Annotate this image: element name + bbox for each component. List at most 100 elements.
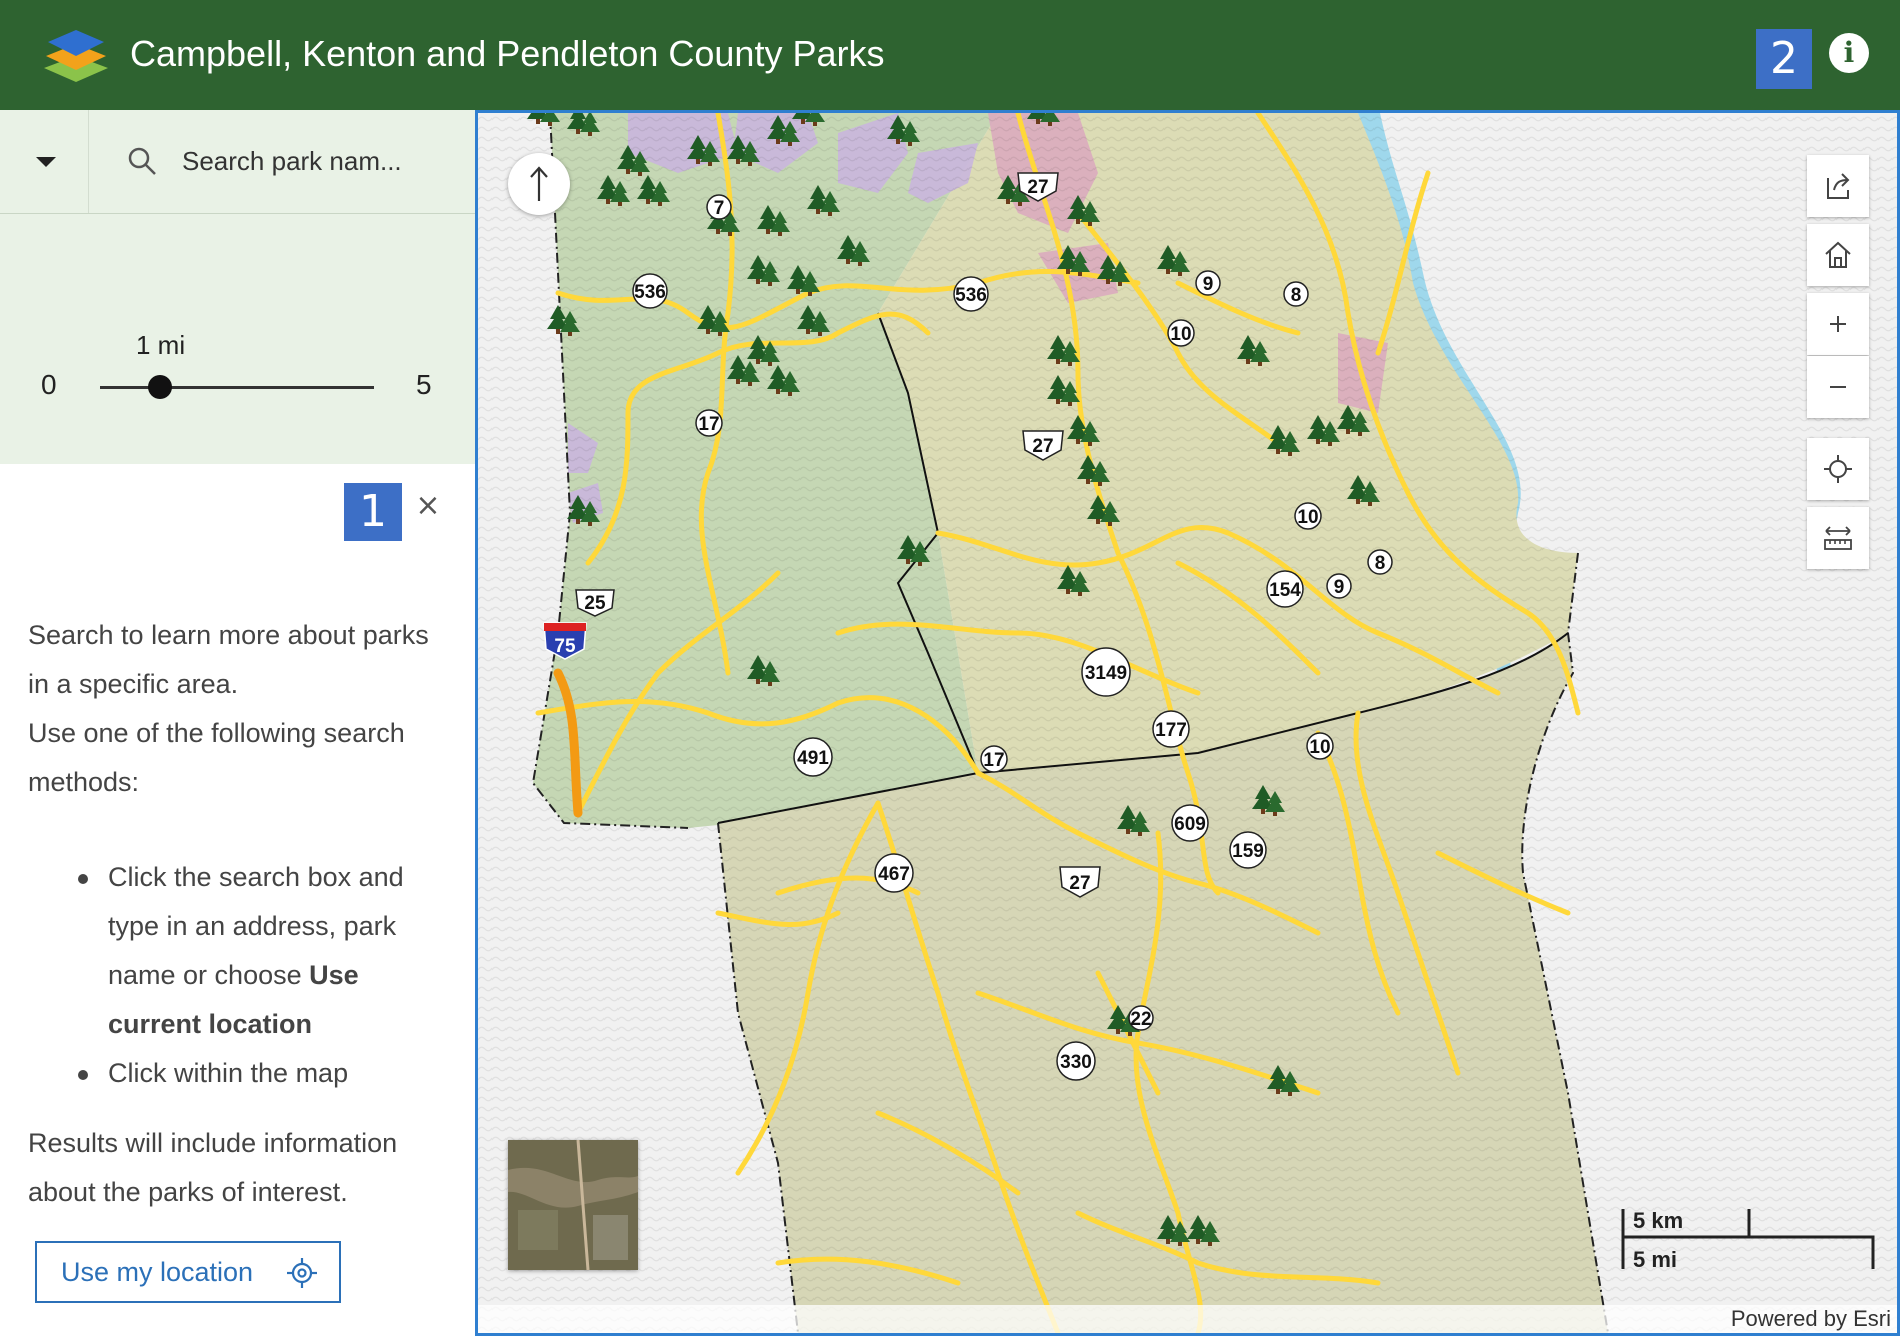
svg-text:7: 7 (714, 198, 725, 219)
search-bar (0, 110, 475, 214)
share-button[interactable] (1807, 155, 1869, 217)
attribution-text[interactable]: Powered by Esri (1731, 1306, 1891, 1332)
svg-text:10: 10 (1170, 324, 1191, 345)
step-badge-2: 2 (1756, 29, 1812, 89)
route-8-shield: 8 (1367, 549, 1393, 575)
radius-slider-track[interactable] (100, 386, 374, 389)
sidebar: 1 mi 0 5 1 × Search to learn more about … (0, 110, 475, 1336)
intro-paragraph-1: Search to learn more about parks in a sp… (28, 620, 429, 699)
layers-logo-icon (44, 30, 108, 82)
crosshair-icon (287, 1258, 317, 1288)
results-text: Results will include information about t… (28, 1128, 398, 1207)
scale-km-label: 5 km (1633, 1208, 1684, 1233)
north-arrow-icon (530, 166, 548, 201)
map-canvas[interactable]: 536 536 27 9 8 10 17 7 27 10 8 154 9 25 … (478, 113, 1897, 1333)
list-item: Click within the map (62, 1049, 442, 1098)
intro-text: Search to learn more about parks in a sp… (28, 611, 448, 807)
close-icon[interactable]: × (414, 491, 442, 521)
list-item: Click the search box and type in an addr… (62, 853, 442, 1049)
locate-button[interactable] (1807, 438, 1869, 500)
search-source-dropdown[interactable] (0, 110, 89, 213)
search-methods-list: Click the search box and type in an addr… (62, 853, 442, 1098)
svg-text:25: 25 (584, 593, 606, 614)
radius-max-label: 5 (416, 369, 432, 400)
route-609-shield: 609 (1171, 804, 1209, 842)
route-154-shield: 154 (1266, 570, 1304, 608)
overview-map[interactable] (508, 1139, 638, 1271)
route-159-shield: 159 (1229, 831, 1267, 869)
app-header: Campbell, Kenton and Pendleton County Pa… (0, 0, 1900, 110)
route-22-shield: 22 (1128, 1005, 1154, 1031)
svg-text:609: 609 (1174, 814, 1206, 835)
attribution-bar: Powered by Esri (478, 1305, 1897, 1333)
use-my-location-label: Use my location (61, 1257, 254, 1287)
route-9-shield: 9 (1195, 270, 1221, 296)
use-my-location-button[interactable]: Use my location (35, 1241, 341, 1303)
zoom-in-button[interactable] (1807, 293, 1869, 355)
info-icon[interactable]: i (1829, 33, 1869, 73)
zoom-out-button[interactable] (1807, 356, 1869, 418)
svg-text:10: 10 (1309, 737, 1330, 758)
route-330-shield: 330 (1056, 1041, 1096, 1081)
scale-bar: 5 km 5 mi (1621, 1207, 1881, 1277)
app-title: Campbell, Kenton and Pendleton County Pa… (130, 33, 885, 74)
svg-text:9: 9 (1203, 274, 1214, 295)
svg-text:159: 159 (1232, 841, 1264, 862)
svg-text:27: 27 (1069, 873, 1090, 894)
compass-icon[interactable] (508, 153, 570, 215)
svg-text:75: 75 (554, 636, 576, 657)
svg-text:27: 27 (1027, 177, 1048, 198)
route-10-shield: 10 (1306, 732, 1334, 760)
search-icon (128, 147, 156, 175)
intro-paragraph-2: Use one of the following search methods: (28, 718, 405, 797)
share-icon (1827, 173, 1850, 199)
svg-text:17: 17 (698, 414, 719, 435)
zoom-out-icon (1830, 386, 1846, 388)
chevron-down-icon (36, 157, 56, 167)
svg-text:8: 8 (1291, 285, 1302, 306)
zoom-in-icon (1830, 316, 1846, 332)
search-radius-panel: 1 mi 0 5 (0, 214, 475, 464)
svg-text:3149: 3149 (1085, 663, 1127, 684)
route-491-shield: 491 (793, 737, 833, 777)
radius-min-label: 0 (41, 369, 57, 400)
svg-text:22: 22 (1130, 1009, 1151, 1030)
step-badge-1: 1 (344, 483, 402, 541)
route-17-shield: 17 (695, 409, 723, 437)
svg-text:17: 17 (983, 750, 1004, 771)
search-input[interactable] (182, 140, 442, 182)
method-2-text: Click within the map (108, 1058, 349, 1088)
svg-text:536: 536 (955, 285, 987, 306)
svg-text:154: 154 (1269, 580, 1301, 601)
radius-value-label: 1 mi (136, 330, 186, 360)
route-177-shield: 177 (1152, 710, 1190, 748)
route-536-shield: 536 (632, 273, 668, 309)
route-10-shield: 10 (1167, 319, 1195, 347)
measure-button[interactable] (1807, 507, 1869, 569)
home-icon (1825, 241, 1851, 268)
route-3149-shield: 3149 (1081, 647, 1131, 697)
route-9-shield: 9 (1326, 573, 1352, 599)
svg-text:9: 9 (1334, 577, 1345, 598)
svg-text:8: 8 (1375, 553, 1386, 574)
map-view[interactable]: 536 536 27 9 8 10 17 7 27 10 8 154 9 25 … (475, 110, 1900, 1336)
locate-icon (1824, 455, 1852, 483)
route-17-shield: 17 (980, 745, 1008, 773)
measure-icon (1824, 526, 1852, 550)
radius-slider-thumb[interactable] (148, 375, 172, 399)
overview-map-image (508, 1139, 638, 1271)
route-536-shield: 536 (953, 276, 989, 312)
instructions-panel: 1 × Search to learn more about parks in … (0, 465, 475, 1336)
svg-text:330: 330 (1060, 1052, 1092, 1073)
route-10-shield: 10 (1294, 502, 1322, 530)
route-8-shield: 8 (1283, 281, 1309, 307)
svg-text:491: 491 (797, 748, 829, 769)
method-1-text: Click the search box and type in an addr… (108, 862, 404, 990)
route-467-shield: 467 (874, 853, 914, 893)
svg-text:27: 27 (1032, 436, 1053, 457)
scale-mi-label: 5 mi (1633, 1247, 1678, 1272)
svg-text:536: 536 (634, 282, 666, 303)
home-button[interactable] (1807, 224, 1869, 286)
svg-text:467: 467 (878, 864, 910, 885)
route-7-shield: 7 (706, 194, 732, 220)
